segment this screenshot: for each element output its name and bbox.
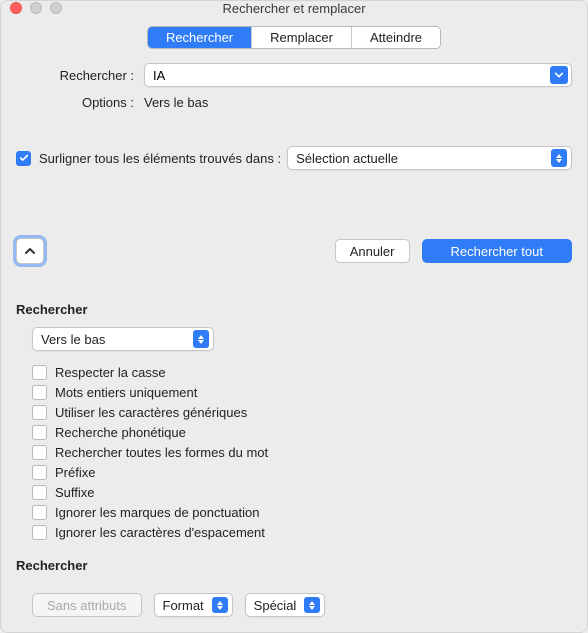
- option-checkbox[interactable]: [32, 445, 47, 460]
- options-checklist: Respecter la casse Mots entiers uniquemen…: [32, 365, 572, 540]
- search-label: Rechercher :: [16, 68, 144, 83]
- option-checkbox[interactable]: [32, 525, 47, 540]
- find-replace-window: Rechercher et remplacer Rechercher Rempl…: [0, 0, 588, 633]
- option-label: Recherche phonétique: [55, 425, 186, 440]
- direction-select[interactable]: Vers le bas: [32, 327, 214, 351]
- option-checkbox[interactable]: [32, 505, 47, 520]
- tab-search[interactable]: Rechercher: [148, 27, 252, 48]
- window-title: Rechercher et remplacer: [0, 1, 588, 16]
- stepper-icon: [551, 149, 567, 167]
- mode-tabs: Rechercher Remplacer Atteindre: [147, 26, 441, 49]
- option-row: Respecter la casse: [32, 365, 572, 380]
- option-label: Suffixe: [55, 485, 95, 500]
- special-menu-label: Spécial: [254, 598, 305, 613]
- tab-replace[interactable]: Remplacer: [252, 27, 352, 48]
- search-all-button[interactable]: Rechercher tout: [422, 239, 573, 263]
- options-value: Vers le bas: [144, 95, 208, 110]
- stepper-icon: [193, 330, 209, 348]
- checkmark-icon: [19, 153, 29, 163]
- direction-value: Vers le bas: [41, 332, 113, 347]
- option-label: Ignorer les caractères d'espacement: [55, 525, 265, 540]
- chevron-up-icon: [24, 245, 36, 257]
- tab-goto[interactable]: Atteindre: [352, 27, 440, 48]
- disclosure-toggle[interactable]: [16, 238, 44, 264]
- highlight-scope-select[interactable]: Sélection actuelle: [287, 146, 572, 170]
- stepper-icon: [212, 597, 228, 613]
- titlebar: Rechercher et remplacer: [0, 0, 588, 16]
- chevron-down-icon: [554, 69, 564, 81]
- option-label: Utiliser les caractères génériques: [55, 405, 247, 420]
- option-row: Préfixe: [32, 465, 572, 480]
- option-row: Rechercher toutes les formes du mot: [32, 445, 572, 460]
- option-checkbox[interactable]: [32, 385, 47, 400]
- special-menu[interactable]: Spécial: [245, 593, 326, 617]
- option-row: Utiliser les caractères génériques: [32, 405, 572, 420]
- option-row: Ignorer les marques de ponctuation: [32, 505, 572, 520]
- option-row: Mots entiers uniquement: [32, 385, 572, 400]
- option-checkbox[interactable]: [32, 365, 47, 380]
- option-checkbox[interactable]: [32, 425, 47, 440]
- option-label: Ignorer les marques de ponctuation: [55, 505, 260, 520]
- option-label: Respecter la casse: [55, 365, 166, 380]
- search-input[interactable]: [151, 67, 550, 84]
- highlight-checkbox[interactable]: [16, 151, 31, 166]
- no-attributes-button: Sans attributs: [32, 593, 142, 617]
- content-area: Rechercher Remplacer Atteindre Recherche…: [0, 16, 588, 633]
- option-label: Rechercher toutes les formes du mot: [55, 445, 268, 460]
- option-row: Ignorer les caractères d'espacement: [32, 525, 572, 540]
- cancel-button[interactable]: Annuler: [335, 239, 410, 263]
- format-menu[interactable]: Format: [154, 593, 233, 617]
- search-history-toggle[interactable]: [550, 66, 568, 84]
- options-section-title: Rechercher: [16, 302, 572, 317]
- highlight-scope-value: Sélection actuelle: [296, 151, 406, 166]
- option-label: Mots entiers uniquement: [55, 385, 197, 400]
- search-combobox[interactable]: [144, 63, 572, 87]
- option-checkbox[interactable]: [32, 465, 47, 480]
- option-row: Recherche phonétique: [32, 425, 572, 440]
- options-label: Options :: [16, 95, 144, 110]
- format-menu-label: Format: [163, 598, 212, 613]
- stepper-icon: [304, 597, 320, 613]
- bottom-section-title: Rechercher: [16, 558, 572, 573]
- option-checkbox[interactable]: [32, 405, 47, 420]
- option-checkbox[interactable]: [32, 485, 47, 500]
- option-row: Suffixe: [32, 485, 572, 500]
- highlight-label: Surligner tous les éléments trouvés dans…: [39, 151, 281, 166]
- option-label: Préfixe: [55, 465, 95, 480]
